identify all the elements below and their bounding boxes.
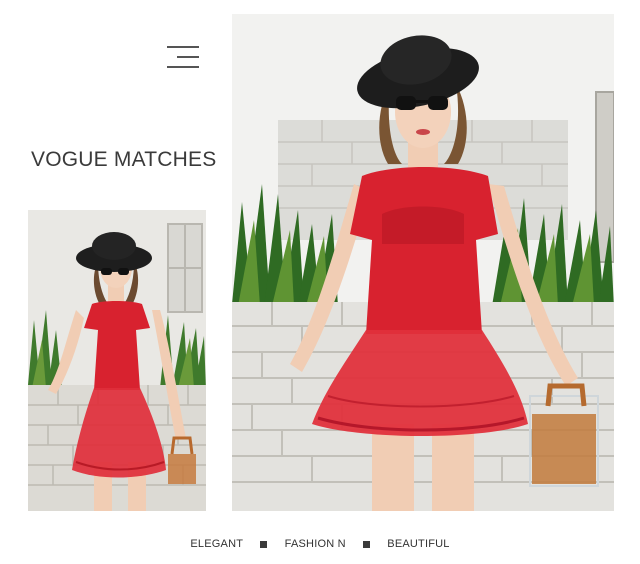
- square-bullet-icon: [260, 540, 268, 548]
- caption-row: ELEGANT FASHION N BEAUTIFUL: [0, 538, 640, 550]
- page-title: VOGUE MATCHES: [31, 148, 217, 171]
- caption-fashion: FASHION N: [284, 538, 346, 551]
- caption-elegant: ELEGANT: [190, 538, 244, 551]
- model-photo-large: [232, 14, 614, 511]
- caption-beautiful: BEAUTIFUL: [387, 538, 450, 551]
- model-photo-small: [28, 210, 206, 511]
- menu-icon[interactable]: [167, 44, 201, 70]
- square-bullet-icon: [363, 540, 371, 548]
